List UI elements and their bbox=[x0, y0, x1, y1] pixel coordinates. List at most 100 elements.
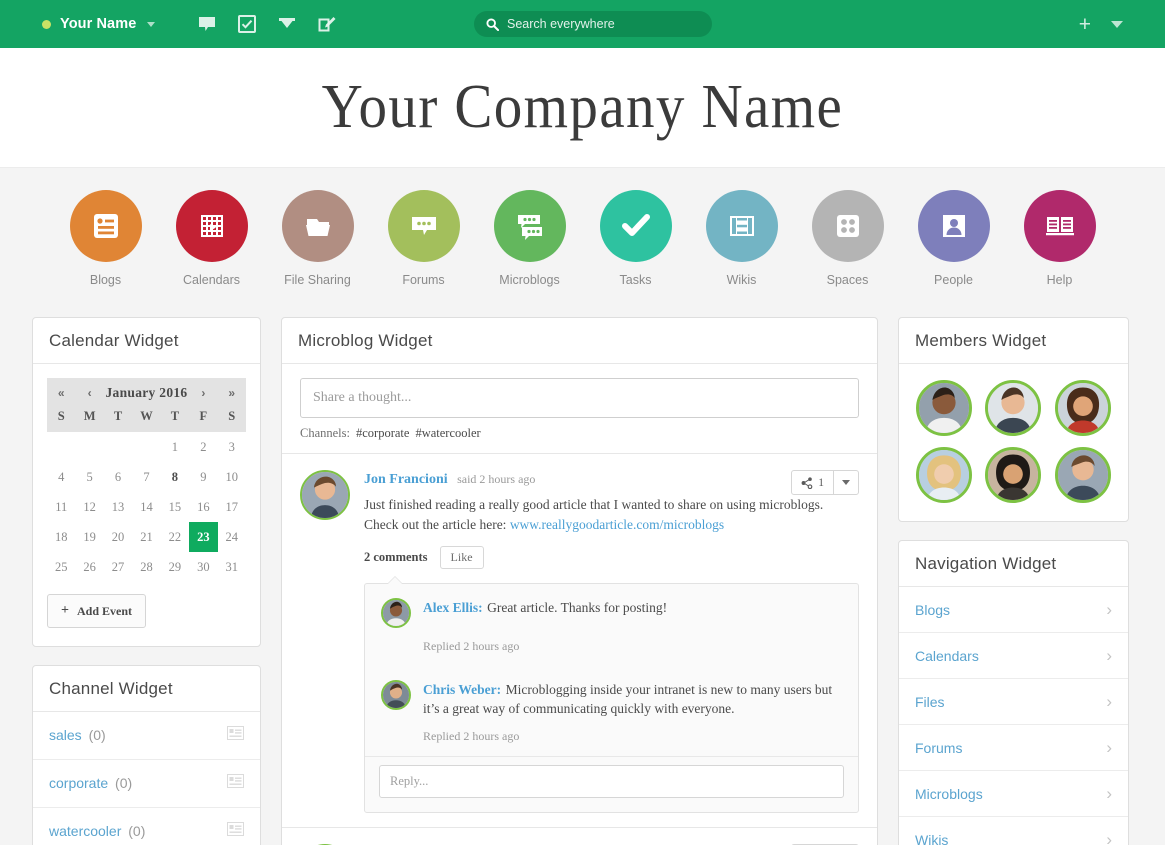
calendar-day[interactable]: 29 bbox=[161, 552, 189, 582]
calendar-day[interactable]: 6 bbox=[104, 462, 132, 492]
calendar-day[interactable]: 10 bbox=[218, 462, 246, 492]
nav-item-forums[interactable]: Forums› bbox=[899, 725, 1128, 771]
calendar-day[interactable]: 24 bbox=[218, 522, 246, 552]
calendar-day[interactable]: 16 bbox=[189, 492, 217, 522]
calendar-day[interactable]: 25 bbox=[47, 552, 75, 582]
user-menu[interactable]: Your Name bbox=[42, 16, 155, 32]
calendar-day[interactable]: 19 bbox=[75, 522, 103, 552]
calendar-day[interactable]: 31 bbox=[218, 552, 246, 582]
avatar[interactable] bbox=[1055, 380, 1111, 436]
app-item-wikis[interactable]: Wikis bbox=[701, 190, 783, 287]
calendar-day[interactable]: 27 bbox=[104, 552, 132, 582]
calendar-day[interactable]: 20 bbox=[104, 522, 132, 552]
channel-row[interactable]: sales (0) bbox=[33, 712, 260, 760]
calendar-day[interactable]: 5 bbox=[75, 462, 103, 492]
avatar[interactable] bbox=[985, 380, 1041, 436]
comment-body: Alex Ellis: Great article. Thanks for po… bbox=[423, 598, 842, 628]
channel-name[interactable]: sales bbox=[49, 727, 82, 743]
calendar-day[interactable]: 26 bbox=[75, 552, 103, 582]
channel-card-icon[interactable] bbox=[227, 822, 244, 841]
dow-label: T bbox=[104, 406, 132, 432]
channel-name[interactable]: watercooler bbox=[49, 823, 121, 839]
calendar-day[interactable]: 28 bbox=[132, 552, 160, 582]
channel-name[interactable]: corporate bbox=[49, 775, 108, 791]
share-dropdown-button[interactable] bbox=[833, 471, 858, 494]
widget-title: Members Widget bbox=[915, 331, 1112, 351]
calendar-day[interactable]: 17 bbox=[218, 492, 246, 522]
share-thought-input[interactable]: Share a thought... bbox=[300, 378, 859, 418]
app-item-spaces[interactable]: Spaces bbox=[807, 190, 889, 287]
calendar-day[interactable]: 23 bbox=[189, 522, 217, 552]
app-item-calendars[interactable]: Calendars bbox=[171, 190, 253, 287]
like-button[interactable]: Like bbox=[440, 546, 484, 569]
calendar-day[interactable]: 7 bbox=[132, 462, 160, 492]
add-event-button[interactable]: + Add Event bbox=[47, 594, 146, 628]
calendar-day[interactable]: 18 bbox=[47, 522, 75, 552]
task-check-icon[interactable] bbox=[237, 14, 257, 34]
calendar-day[interactable]: 13 bbox=[104, 492, 132, 522]
channel-card-icon[interactable] bbox=[227, 774, 244, 793]
app-label: Forums bbox=[402, 273, 444, 287]
app-item-forums[interactable]: Forums bbox=[383, 190, 465, 287]
avatar[interactable] bbox=[300, 470, 350, 520]
search-box[interactable]: Search everywhere bbox=[474, 11, 712, 37]
calendar-day[interactable]: 9 bbox=[189, 462, 217, 492]
calendar-day[interactable]: 3 bbox=[218, 432, 246, 462]
app-item-people[interactable]: People bbox=[913, 190, 995, 287]
calendar-day[interactable]: 22 bbox=[161, 522, 189, 552]
widget-header: Microblog Widget bbox=[282, 318, 877, 364]
search-input[interactable]: Search everywhere bbox=[507, 17, 615, 31]
app-item-file-sharing[interactable]: File Sharing bbox=[277, 190, 359, 287]
nav-item-microblogs[interactable]: Microblogs› bbox=[899, 771, 1128, 817]
nav-item-calendars[interactable]: Calendars› bbox=[899, 633, 1128, 679]
calendar-day[interactable]: 21 bbox=[132, 522, 160, 552]
avatar[interactable] bbox=[985, 447, 1041, 503]
calendar-day[interactable]: 15 bbox=[161, 492, 189, 522]
avatar[interactable] bbox=[916, 380, 972, 436]
calendar-day[interactable]: 1 bbox=[161, 432, 189, 462]
share-button[interactable]: 1 bbox=[792, 471, 833, 494]
calendar-day[interactable]: 4 bbox=[47, 462, 75, 492]
comment-author[interactable]: Chris Weber: bbox=[423, 682, 501, 697]
nav-item-wikis[interactable]: Wikis› bbox=[899, 817, 1128, 845]
nav-item-files[interactable]: Files› bbox=[899, 679, 1128, 725]
reply-input[interactable]: Reply... bbox=[379, 765, 844, 798]
microblog-post: Alex Ellis said 4 hours ago In case you … bbox=[282, 827, 877, 845]
calendar-day[interactable]: 14 bbox=[132, 492, 160, 522]
channel-row[interactable]: corporate (0) bbox=[33, 760, 260, 808]
members-widget: Members Widget bbox=[898, 317, 1129, 522]
channel-row[interactable]: watercooler (0) bbox=[33, 808, 260, 845]
compose-icon[interactable] bbox=[317, 14, 337, 34]
comments-count[interactable]: 2 comments bbox=[364, 550, 428, 565]
calendar-day[interactable]: 30 bbox=[189, 552, 217, 582]
avatar[interactable] bbox=[1055, 447, 1111, 503]
avatar[interactable] bbox=[381, 598, 411, 628]
app-item-tasks[interactable]: Tasks bbox=[595, 190, 677, 287]
calendar-day[interactable]: 12 bbox=[75, 492, 103, 522]
post-link[interactable]: www.reallygoodarticle.com/microblogs bbox=[510, 517, 724, 532]
calendar-last-button[interactable]: » bbox=[228, 386, 235, 400]
nav-item-blogs[interactable]: Blogs› bbox=[899, 587, 1128, 633]
channel-card-icon[interactable] bbox=[227, 726, 244, 745]
channel-tag[interactable]: #corporate bbox=[356, 426, 409, 440]
chevron-down-icon[interactable] bbox=[1111, 21, 1123, 28]
avatar[interactable] bbox=[916, 447, 972, 503]
calendar-day[interactable]: 8 bbox=[161, 462, 189, 492]
calendar-day[interactable]: 2 bbox=[189, 432, 217, 462]
channel-tag[interactable]: #watercooler bbox=[415, 426, 480, 440]
bookmark-icon[interactable] bbox=[277, 14, 297, 34]
calendar-day[interactable]: 11 bbox=[47, 492, 75, 522]
calendar-prev-button[interactable]: ‹ bbox=[88, 386, 92, 400]
avatar[interactable] bbox=[381, 680, 411, 710]
calendar-first-button[interactable]: « bbox=[58, 386, 65, 400]
app-item-blogs[interactable]: Blogs bbox=[65, 190, 147, 287]
comment-icon[interactable] bbox=[197, 14, 217, 34]
app-item-microblogs[interactable]: Microblogs bbox=[489, 190, 571, 287]
add-button[interactable]: + bbox=[1079, 14, 1091, 35]
app-item-help[interactable]: Help bbox=[1019, 190, 1101, 287]
widget-header: Navigation Widget bbox=[899, 541, 1128, 587]
comment-author[interactable]: Alex Ellis: bbox=[423, 600, 483, 615]
calendar-week-row: 11121314151617 bbox=[47, 492, 246, 522]
calendar-next-button[interactable]: › bbox=[201, 386, 205, 400]
post-author[interactable]: Jon Francioni bbox=[364, 472, 448, 487]
